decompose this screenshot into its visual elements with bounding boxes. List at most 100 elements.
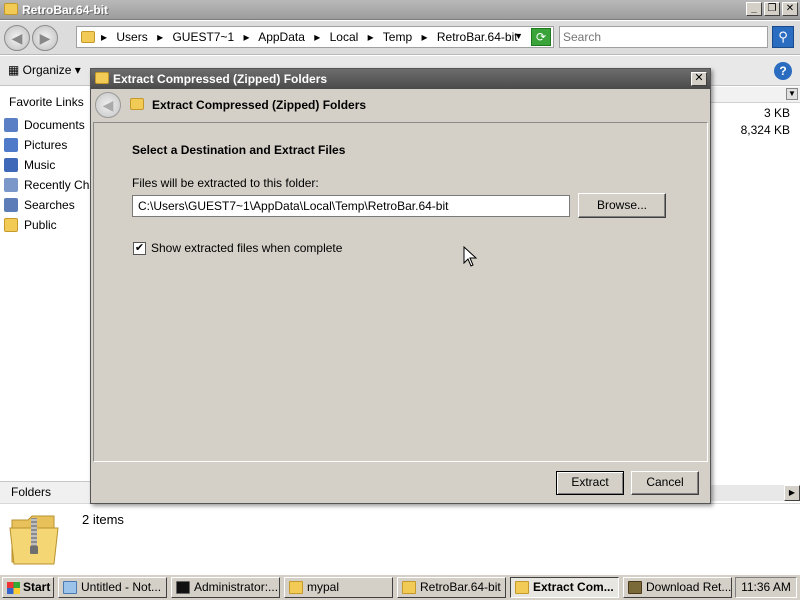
documents-icon	[4, 117, 18, 132]
close-button[interactable]: ✕	[782, 2, 798, 16]
sidebar-item-label: Pictures	[24, 137, 68, 152]
refresh-button[interactable]: ⟳	[531, 28, 551, 46]
taskbar-item-label: Download Ret...	[646, 580, 732, 594]
sidebar-item-label: Searches	[24, 197, 75, 212]
breadcrumb-separator: ▸	[367, 30, 374, 44]
sidebar-item-label: Recently Cha	[24, 177, 97, 192]
taskbar-item-cmd[interactable]: Administrator:...	[171, 577, 280, 598]
searches-icon	[4, 197, 18, 212]
browse-button[interactable]: Browse...	[578, 193, 666, 218]
breadcrumb-item[interactable]: Local	[330, 30, 359, 44]
sidebar-item-label: Documents	[24, 117, 85, 132]
breadcrumb-item[interactable]: Temp	[383, 30, 412, 44]
sidebar-item-public[interactable]: Public	[4, 217, 57, 235]
scroll-right-icon[interactable]: ▶	[784, 485, 800, 501]
breadcrumb-item[interactable]: Users	[116, 30, 147, 44]
show-files-label[interactable]: Show extracted files when complete	[151, 241, 342, 255]
taskbar-item-label: Extract Com...	[533, 580, 614, 594]
destination-input[interactable]	[133, 196, 569, 216]
folder-icon	[4, 3, 18, 15]
help-icon[interactable]: ?	[774, 62, 792, 80]
taskbar-item-extract[interactable]: Extract Com...	[510, 577, 619, 598]
dialog-close-button[interactable]: ✕	[691, 72, 707, 86]
dialog-header: ◀ Extract Compressed (Zipped) Folders	[92, 90, 709, 120]
search-field[interactable]	[559, 26, 768, 48]
chevron-down-icon[interactable]: ▼	[514, 31, 523, 41]
organize-button[interactable]: ▦ Organize ▾	[8, 63, 81, 77]
favorite-links-header: Favorite Links	[9, 95, 84, 109]
system-clock[interactable]: 11:36 AM	[735, 577, 797, 598]
folders-label: Folders	[11, 485, 52, 499]
file-size: 8,324 KB	[740, 123, 790, 137]
sidebar-item-documents[interactable]: Documents	[4, 117, 85, 135]
zip-folder-icon	[130, 98, 144, 110]
pictures-icon	[4, 137, 18, 152]
mouse-cursor-icon	[463, 246, 478, 267]
section-heading: Select a Destination and Extract Files	[132, 143, 346, 157]
music-icon	[4, 157, 18, 172]
zip-folder-icon	[9, 515, 59, 565]
recent-icon	[4, 177, 18, 192]
horizontal-scrollbar[interactable]: ▶	[710, 485, 800, 501]
restore-button[interactable]: ❐	[764, 2, 780, 16]
start-button[interactable]: Start	[2, 577, 54, 598]
sidebar-item-label: Public	[24, 217, 57, 232]
taskbar-item-download[interactable]: Download Ret...	[623, 577, 732, 598]
file-list: ▼ 3 KB 8,324 KB	[710, 87, 800, 481]
taskbar-item-mypal[interactable]: mypal	[284, 577, 393, 598]
folder-icon	[515, 581, 529, 594]
forward-button[interactable]: ▶	[32, 25, 58, 51]
breadcrumb-separator: ▸	[314, 30, 321, 44]
dialog-back-button[interactable]: ◀	[95, 92, 121, 118]
sidebar-item-label: Music	[24, 157, 56, 172]
breadcrumb: ▸ Users ▸ GUEST7~1 ▸ AppData ▸ Local ▸ T…	[101, 30, 524, 44]
dialog-title: Extract Compressed (Zipped) Folders	[113, 72, 328, 86]
taskbar-item-notepad[interactable]: Untitled - Not...	[58, 577, 167, 598]
breadcrumb-item[interactable]: AppData	[258, 30, 305, 44]
notepad-icon	[63, 581, 77, 594]
taskbar-item-retrobar[interactable]: RetroBar.64-bit	[397, 577, 506, 598]
breadcrumb-separator: ▸	[157, 30, 164, 44]
taskbar-item-label: Administrator:...	[194, 580, 279, 594]
destination-field[interactable]	[132, 195, 570, 217]
dialog-footer: Extract Cancel	[91, 463, 710, 503]
breadcrumb-item[interactable]: RetroBar.64-bit	[437, 30, 518, 44]
show-files-checkbox[interactable]: ✔	[133, 242, 146, 255]
organize-label: Organize	[22, 63, 72, 77]
folder-icon	[289, 581, 303, 594]
folders-toggle[interactable]: Folders	[0, 481, 92, 503]
explorer-titlebar: RetroBar.64-bit _ ❐ ✕	[0, 0, 800, 20]
chevron-down-icon[interactable]: ▼	[786, 88, 798, 100]
details-pane: 2 items	[0, 503, 800, 574]
navigation-pane: Favorite Links Documents Pictures Music …	[0, 87, 96, 481]
sidebar-item-searches[interactable]: Searches	[4, 197, 75, 215]
browser-icon	[628, 581, 642, 594]
extract-dialog: Extract Compressed (Zipped) Folders ✕ ◀ …	[90, 68, 711, 504]
dialog-titlebar: Extract Compressed (Zipped) Folders ✕	[91, 69, 710, 89]
folder-icon	[402, 581, 416, 594]
windows-logo-icon	[7, 582, 20, 594]
folder-icon	[81, 31, 95, 43]
minimize-button[interactable]: _	[746, 2, 762, 16]
address-field[interactable]: ▸ Users ▸ GUEST7~1 ▸ AppData ▸ Local ▸ T…	[76, 26, 554, 48]
item-count: 2 items	[82, 512, 124, 527]
cmd-icon	[176, 581, 190, 594]
file-size: 3 KB	[763, 106, 790, 120]
search-button[interactable]: ⚲	[772, 26, 794, 48]
sidebar-item-recently-changed[interactable]: Recently Cha	[4, 177, 96, 195]
address-bar-area: ◀ ▶ ▸ Users ▸ GUEST7~1 ▸ AppData ▸ Local…	[0, 21, 800, 55]
cancel-button[interactable]: Cancel	[631, 471, 699, 495]
sidebar-item-pictures[interactable]: Pictures	[4, 137, 67, 155]
breadcrumb-separator: ▸	[101, 30, 108, 44]
column-header[interactable]: ▼	[710, 87, 800, 103]
sidebar-item-music[interactable]: Music	[4, 157, 55, 175]
taskbar-item-label: Untitled - Not...	[81, 580, 162, 594]
dialog-header-title: Extract Compressed (Zipped) Folders	[152, 98, 367, 112]
start-label: Start	[23, 580, 51, 594]
breadcrumb-item[interactable]: GUEST7~1	[172, 30, 234, 44]
search-input[interactable]	[560, 27, 767, 47]
zip-folder-icon	[95, 72, 109, 84]
extract-button[interactable]: Extract	[556, 471, 624, 495]
back-button[interactable]: ◀	[4, 25, 30, 51]
window-title: RetroBar.64-bit	[22, 3, 109, 17]
